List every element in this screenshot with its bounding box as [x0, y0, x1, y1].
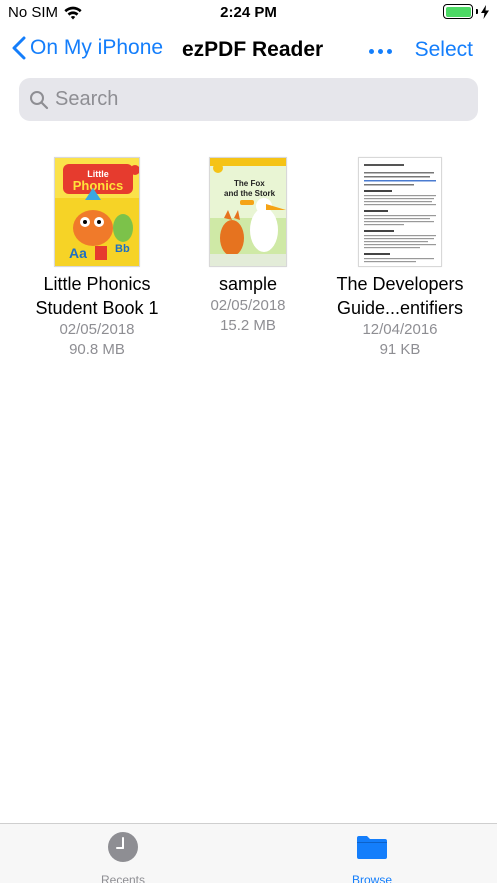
fox-and-stork-cover-image: The Fox and the Stork: [210, 158, 286, 266]
file-date: 02/05/2018: [59, 321, 135, 338]
thumbnail-container: The Fox and the Stork: [168, 157, 328, 267]
file-name: sample: [218, 274, 278, 294]
svg-text:Phonics: Phonics: [73, 178, 124, 193]
file-name-line: Student Book 1: [35, 298, 159, 318]
file-name-line: The Developers: [336, 274, 464, 294]
tab-label: Browse: [351, 873, 392, 883]
battery-level: [445, 6, 471, 17]
ellipsis-icon-dot: [378, 48, 383, 54]
search-bar[interactable]: [19, 78, 478, 121]
folder-icon: [357, 836, 387, 859]
document-page-image: [359, 158, 441, 266]
ellipsis-icon-dot: [369, 48, 374, 54]
file-size: 91 KB: [379, 341, 421, 358]
svg-text:Bb: Bb: [115, 243, 130, 255]
status-right: [443, 4, 489, 19]
back-button[interactable]: On My iPhone: [12, 36, 163, 60]
chevron-left-icon: [12, 36, 26, 60]
cover-title-line: The Fox: [234, 179, 265, 188]
status-time: 2:24 PM: [220, 4, 277, 21]
file-thumbnail: Little Phonics Aa Bb: [54, 157, 140, 267]
file-item[interactable]: The Fox and the Stork sample 02/05/2018 …: [168, 157, 328, 336]
thumbnail-container: [320, 157, 480, 267]
file-name: The Developers Guide...entifiers: [320, 272, 480, 320]
file-size: 90.8 MB: [69, 341, 125, 358]
file-date: 12/04/2016: [362, 321, 438, 338]
cover-title-line: and the Stork: [224, 189, 276, 198]
little-phonics-cover-image: Little Phonics Aa Bb: [55, 158, 139, 266]
search-icon: [30, 90, 49, 109]
file-size: 15.2 MB: [220, 317, 276, 334]
more-button[interactable]: [369, 38, 392, 64]
file-name: Little Phonics Student Book 1: [17, 272, 177, 320]
charging-bolt-icon: [481, 4, 489, 19]
page-title: ezPDF Reader: [182, 38, 324, 61]
svg-text:Aa: Aa: [69, 245, 87, 261]
file-thumbnail: [358, 157, 442, 267]
file-name-line: Guide...entifiers: [336, 298, 464, 318]
tab-browse[interactable]: Browse: [307, 831, 437, 883]
search-input[interactable]: [55, 88, 455, 111]
file-item[interactable]: Little Phonics Aa Bb Little Phonics Stud…: [17, 157, 177, 360]
file-date: 02/05/2018: [210, 297, 286, 314]
clock-icon: [108, 832, 138, 862]
file-name-line: Little Phonics: [43, 274, 151, 294]
select-button[interactable]: Select: [415, 38, 473, 62]
tab-recents[interactable]: Recents: [58, 831, 188, 883]
battery-icon: [443, 4, 473, 19]
tab-bar: Recents Browse: [0, 823, 497, 883]
file-item[interactable]: The Developers Guide...entifiers 12/04/2…: [320, 157, 480, 360]
ellipsis-icon-dot: [387, 48, 392, 54]
battery-tip: [476, 9, 478, 14]
status-bar: No SIM 2:24 PM: [0, 0, 497, 26]
tab-label: Recents: [100, 873, 146, 883]
back-button-label: On My iPhone: [30, 36, 164, 59]
thumbnail-container: Little Phonics Aa Bb: [17, 157, 177, 267]
navigation-bar: On My iPhone ezPDF Reader Select: [0, 30, 497, 74]
file-thumbnail: The Fox and the Stork: [209, 157, 287, 267]
